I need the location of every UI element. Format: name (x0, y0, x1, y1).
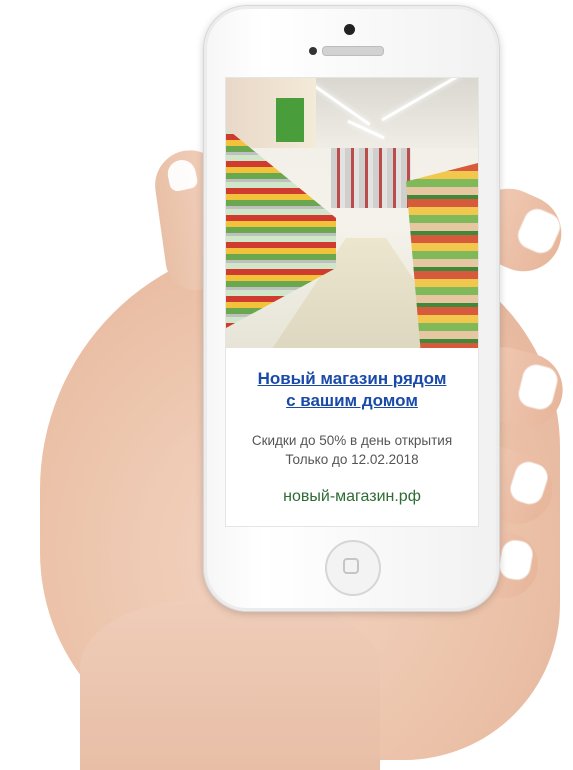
phone-screen: Новый магазин рядом с вашим домом Скидки… (225, 77, 479, 527)
promo-line-2: Только до 12.02.2018 (285, 452, 419, 467)
headline-line-1: Новый магазин рядом (257, 369, 447, 388)
home-button[interactable] (325, 540, 381, 596)
sensor-icon (309, 47, 317, 55)
headline-line-2: с вашим домом (286, 391, 418, 410)
front-camera-icon (344, 24, 355, 35)
store-photo[interactable] (226, 78, 478, 348)
green-sign (276, 98, 304, 142)
promo-line-1: Скидки до 50% в день открытия (251, 433, 453, 448)
ad-scene: Новый магазин рядом с вашим домом Скидки… (0, 0, 573, 770)
ad-headline-link[interactable]: Новый магазин рядом с вашим домом (226, 368, 478, 412)
domain-link[interactable]: новый-магазин.рф (226, 488, 478, 506)
promo-text: Скидки до 50% в день открытия Только до … (226, 431, 478, 469)
earpiece-speaker (322, 46, 384, 56)
wrist (80, 600, 380, 770)
home-square-icon (343, 558, 359, 574)
far-aisle (331, 148, 411, 208)
